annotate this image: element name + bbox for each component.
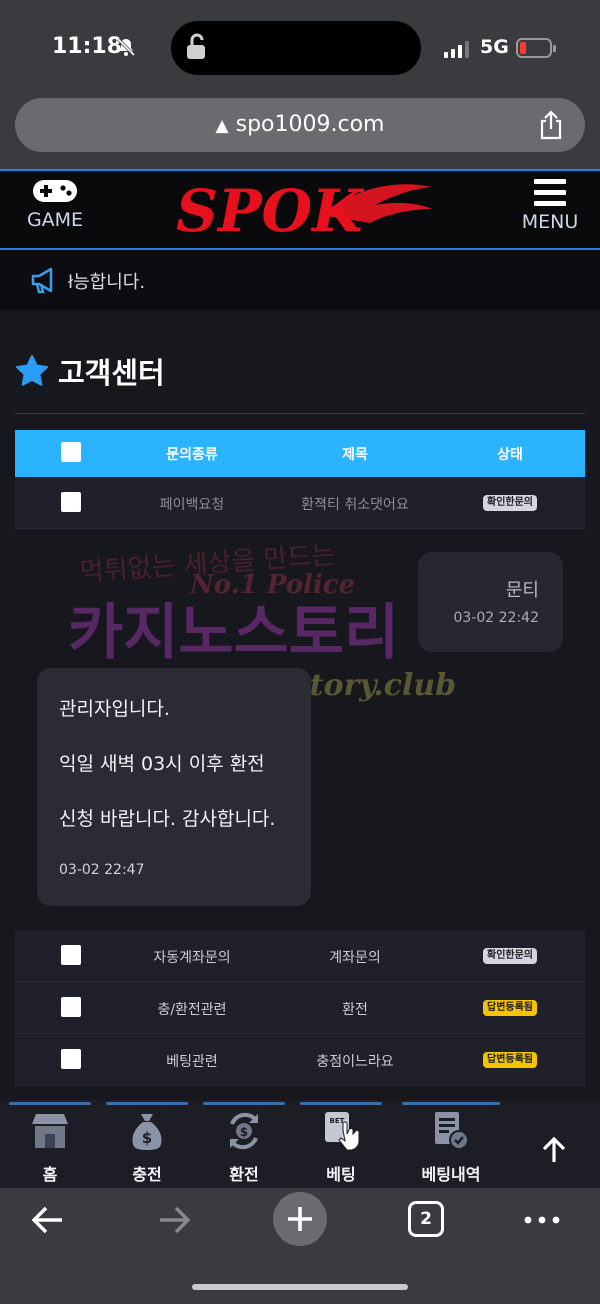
star-icon: [16, 355, 48, 386]
nav-withdraw[interactable]: $ 환전: [199, 1102, 289, 1185]
message-author: 문티: [505, 580, 539, 601]
url-text: spo1009.com: [235, 112, 385, 137]
share-icon[interactable]: [537, 110, 565, 140]
row-title: 충점이느라요: [316, 1054, 394, 1070]
row-checkbox[interactable]: [61, 997, 81, 1017]
notice-text: ł능합니다.: [68, 272, 146, 293]
header-type: 문의종류: [166, 447, 218, 463]
svg-text:$: $: [240, 1125, 248, 1139]
message-time: 03-02 22:42: [453, 610, 539, 626]
nav-label: 베팅: [326, 1165, 356, 1184]
row-type: 페이백요청: [159, 497, 225, 513]
menu-button[interactable]: MENU: [518, 177, 582, 233]
menu-label: MENU: [521, 211, 579, 233]
row-checkbox[interactable]: [61, 1049, 81, 1069]
game-label: GAME: [26, 209, 84, 231]
more-options-icon[interactable]: [522, 1214, 562, 1226]
signal-icon: [444, 40, 474, 58]
header-title: 제목: [342, 447, 368, 463]
store-icon: [32, 1114, 68, 1148]
nav-home[interactable]: 홈: [5, 1102, 95, 1185]
home-indicator: [192, 1284, 408, 1290]
table-header: 문의종류 제목 상태: [15, 430, 585, 477]
nav-label: 환전: [229, 1165, 259, 1184]
svg-text:카지노스토리: 카지노스토리: [68, 598, 399, 668]
row-title: 환전: [342, 1002, 368, 1018]
user-message-bubble: 문티 03-02 22:42: [418, 552, 563, 652]
bet-slip-icon: BET: [325, 1112, 360, 1151]
main-content: 고객센터 문의종류 제목 상태 페이백요청 환젹티 취소댓어요 확인한문의 문티…: [0, 310, 600, 1100]
nav-label: 베팅내역: [421, 1165, 481, 1184]
browser-toolbar: 2: [0, 1188, 600, 1304]
status-badge: 답변등록됨: [483, 1000, 537, 1016]
megaphone-icon: [31, 267, 53, 294]
nav-bet-history[interactable]: 베팅내역: [398, 1102, 504, 1185]
gamepad-icon: [33, 180, 77, 202]
browser-address-area: ▲ spo1009.com: [0, 92, 600, 169]
admin-message-line: 익일 새벽 03시 이후 환전: [59, 753, 265, 775]
bottom-nav: 홈 $ 충전 $ 환전 BET 베팅 베팅내역: [0, 1100, 600, 1188]
status-badge: 확인한문의: [483, 948, 537, 964]
nav-label: 홈: [42, 1165, 58, 1184]
arrow-up-icon[interactable]: [530, 1134, 578, 1168]
history-doc-icon: [435, 1112, 469, 1150]
clock: 11:18: [52, 34, 123, 59]
row-checkbox[interactable]: [61, 945, 81, 965]
admin-message-line: 신청 바랍니다. 감사합니다.: [59, 808, 276, 830]
battery-icon: [516, 38, 556, 58]
page-title: 고객센터: [15, 350, 165, 392]
tabs-button[interactable]: 2: [408, 1201, 444, 1237]
back-arrow-icon[interactable]: [28, 1200, 68, 1240]
status-badge: 답변등록됨: [483, 1052, 537, 1068]
row-type: 충/환전관련: [157, 1002, 227, 1018]
hamburger-icon: [534, 179, 566, 206]
address-bar[interactable]: ▲ spo1009.com: [15, 98, 585, 152]
tab-count: 2: [420, 1209, 432, 1229]
row-type: 베팅관련: [166, 1054, 218, 1070]
game-button[interactable]: GAME: [20, 177, 90, 231]
svg-text:BET: BET: [330, 1117, 345, 1125]
table-row[interactable]: 페이백요청 환젹티 취소댓어요 확인한문의: [15, 477, 585, 529]
unlock-icon: [187, 33, 205, 59]
nav-label: 충전: [132, 1165, 162, 1184]
nav-betting[interactable]: BET 베팅: [296, 1102, 386, 1185]
table-row[interactable]: 충/환전관련 환전 답변등록됨: [15, 982, 585, 1034]
table-row[interactable]: 자동계좌문의 계좌문의 확인한문의: [15, 930, 585, 982]
new-tab-button[interactable]: [273, 1192, 327, 1246]
row-title: 환젹티 취소댓어요: [301, 497, 409, 513]
logo-text: SPOK: [176, 177, 365, 243]
svg-text:$: $: [142, 1129, 152, 1147]
warning-icon: ▲: [215, 116, 229, 136]
svg-text:No.1 Police: No.1 Police: [189, 570, 355, 600]
silent-bell-icon: [116, 37, 136, 57]
select-all-checkbox[interactable]: [61, 442, 81, 462]
row-checkbox[interactable]: [61, 492, 81, 512]
network-type: 5G: [480, 36, 509, 58]
status-badge: 확인한문의: [483, 495, 537, 511]
status-bar: 11:18 5G: [0, 0, 600, 92]
header-status: 상태: [497, 447, 523, 463]
plus-icon: [288, 1207, 312, 1231]
admin-message-time: 03-02 22:47: [59, 862, 145, 878]
site-logo[interactable]: SPOK: [170, 175, 440, 243]
admin-message-bubble: 관리자입니다. 익일 새벽 03시 이후 환전 신청 바랍니다. 감사합니다. …: [37, 668, 311, 906]
table-row[interactable]: 베팅관련 충점이느라요 답변등록됨: [15, 1034, 585, 1086]
svg-text:먹튀없는 세상을 만드는: 먹튀없는 세상을 만드는: [79, 540, 336, 588]
money-bag-icon: $: [132, 1114, 162, 1150]
row-title: 계좌문의: [329, 950, 381, 966]
title-divider: [15, 413, 585, 414]
forward-arrow-icon[interactable]: [154, 1200, 194, 1240]
site-header: GAME SPOK MENU: [0, 169, 600, 250]
admin-message-line: 관리자입니다.: [59, 698, 170, 720]
exchange-icon: $: [230, 1112, 258, 1150]
row-type: 자동계좌문의: [153, 950, 231, 966]
notice-bar: ł능합니다.: [0, 250, 600, 310]
page-title-text: 고객센터: [58, 356, 165, 390]
nav-deposit[interactable]: $ 충전: [102, 1102, 192, 1185]
